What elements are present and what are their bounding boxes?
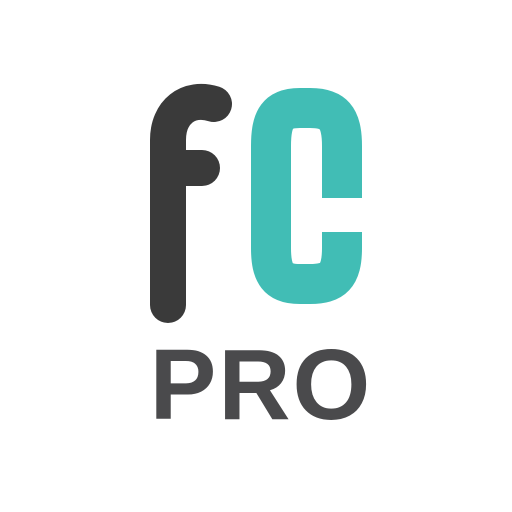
fc-pro-logo: PRO (0, 0, 512, 512)
letter-c-glyph (251, 88, 362, 304)
pro-wordmark: PRO (149, 329, 373, 441)
letter-f-glyph (150, 84, 232, 323)
letter-f-stem (150, 84, 232, 323)
